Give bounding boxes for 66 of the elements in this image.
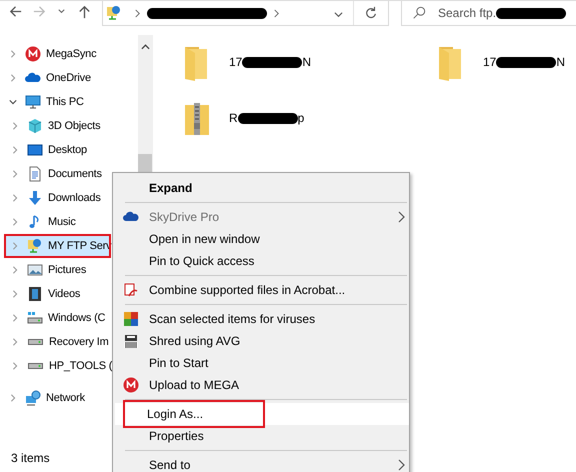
- m-logo-icon: [25, 46, 41, 62]
- network-drive-icon: [27, 238, 43, 254]
- collapsed-chevron-icon: [11, 170, 19, 178]
- file-name: R: [229, 111, 238, 125]
- file-name: 17: [229, 55, 242, 69]
- expanded-chevron-icon: [9, 98, 17, 106]
- collapsed-chevron-icon: [11, 194, 19, 202]
- menu-item[interactable]: Send to: [115, 454, 409, 472]
- tree-item[interactable]: Desktop: [0, 138, 128, 162]
- colored-squares-icon: [123, 311, 139, 327]
- collapsed-chevron-icon: [9, 74, 17, 82]
- collapsed-chevron-icon: [11, 314, 19, 322]
- file-name: N: [302, 55, 312, 69]
- shredder-icon: [123, 333, 139, 349]
- dropdown-caret-icon[interactable]: [334, 10, 343, 18]
- file-name: 17: [483, 55, 496, 69]
- file-name: N: [556, 55, 566, 69]
- acrobat-document-icon: [123, 282, 139, 298]
- globe-computer-icon: [25, 390, 41, 406]
- collapsed-chevron-icon: [11, 242, 19, 250]
- up-arrow-icon[interactable]: [77, 4, 92, 19]
- file-name: p: [298, 111, 304, 125]
- redaction-mark: [238, 112, 298, 124]
- redaction-mark: [242, 56, 302, 68]
- collapsed-chevron-icon: [11, 266, 19, 274]
- m-logo-icon: [123, 377, 139, 393]
- submenu-chevron-icon: [397, 211, 405, 223]
- computer-icon: [25, 94, 41, 110]
- drive-icon: [28, 339, 43, 345]
- chevron-icon: [273, 8, 280, 18]
- collapsed-chevron-icon: [11, 362, 19, 370]
- search-placeholder: Search ftp.: [438, 6, 496, 20]
- collapsed-chevron-icon: [9, 50, 17, 58]
- collapsed-chevron-icon: [9, 394, 17, 402]
- collapsed-chevron-icon: [11, 218, 19, 226]
- film-strip-icon: [27, 286, 43, 302]
- tree-item[interactable]: MegaSync: [0, 42, 128, 66]
- landscape-picture-icon: [27, 262, 43, 278]
- redaction-mark: [496, 8, 566, 18]
- collapsed-chevron-icon: [11, 290, 19, 298]
- collapsed-chevron-icon: [11, 338, 19, 346]
- redaction-mark: [496, 56, 556, 68]
- submenu-chevron-icon: [397, 459, 405, 471]
- tree-item[interactable]: 3D Objects: [0, 114, 128, 138]
- back-arrow-icon[interactable]: [8, 4, 23, 19]
- tree-item[interactable]: OneDrive: [0, 66, 128, 90]
- menu-item[interactable]: Properties: [115, 425, 409, 447]
- cube-icon: [27, 118, 43, 134]
- menu-item[interactable]: Login As...: [115, 403, 409, 425]
- down-arrow-icon: [27, 190, 43, 206]
- collapsed-chevron-icon: [11, 146, 19, 154]
- drive-icon: [27, 310, 43, 326]
- tree-item[interactable]: This PC: [0, 90, 128, 114]
- chevron-icon: [134, 8, 141, 18]
- search-icon: [412, 6, 426, 20]
- address-bar[interactable]: [102, 1, 389, 26]
- scroll-up-icon[interactable]: [140, 43, 150, 51]
- search-field[interactable]: Search ftp.: [401, 1, 576, 26]
- status-text: 3 items: [11, 451, 50, 465]
- document-icon: [27, 166, 43, 182]
- zip-folder-icon: [183, 101, 211, 137]
- dropdown-caret-icon[interactable]: [57, 7, 66, 16]
- drive-icon: [28, 363, 43, 369]
- monitor-icon: [27, 142, 43, 158]
- network-drive-icon: [106, 5, 122, 21]
- collapsed-chevron-icon: [11, 122, 19, 130]
